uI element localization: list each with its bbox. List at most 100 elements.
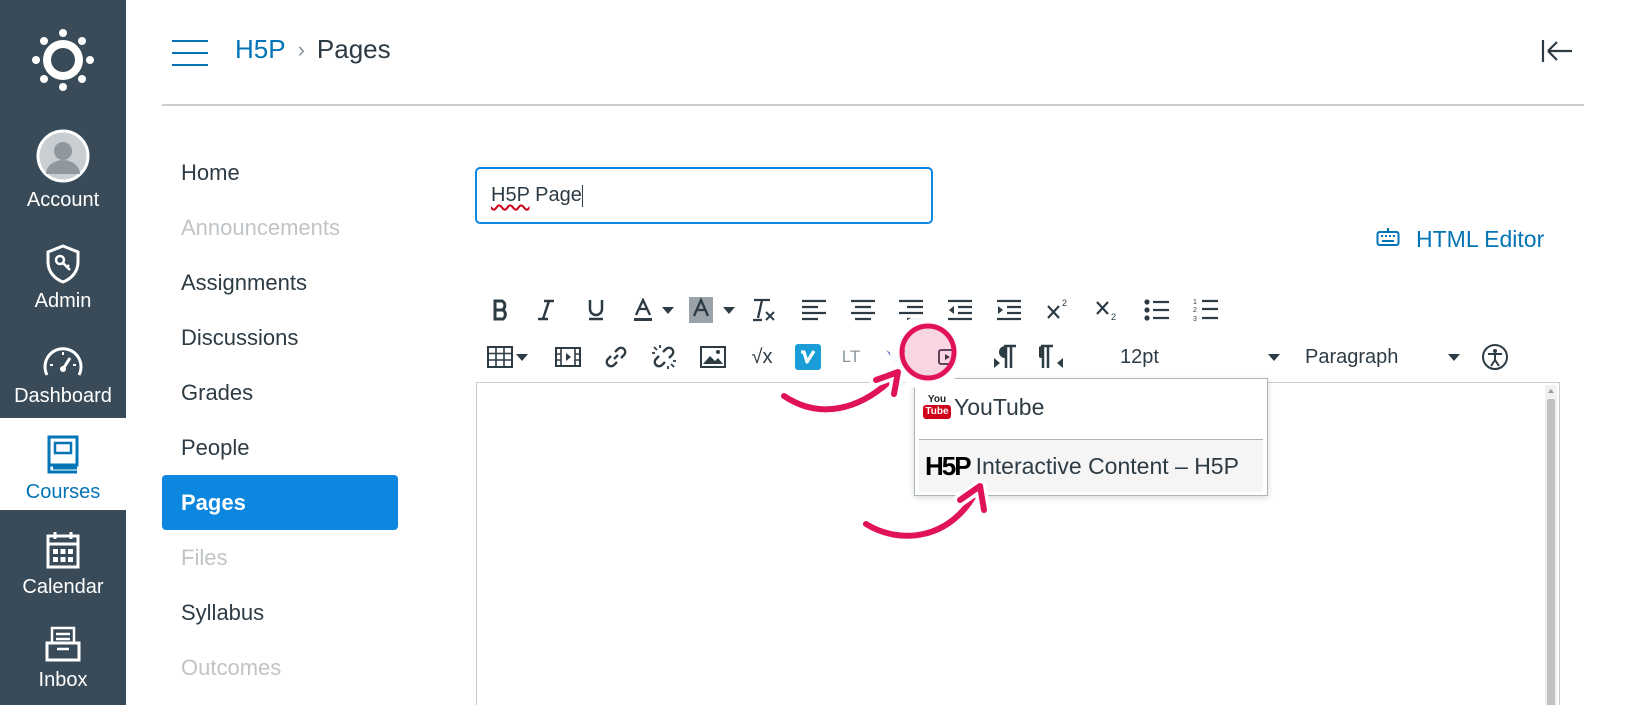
course-nav-announcements[interactable]: Announcements bbox=[162, 200, 398, 255]
page-title-input[interactable]: H5P Page bbox=[475, 167, 933, 224]
link-button[interactable] bbox=[601, 340, 631, 374]
vimeo-button[interactable] bbox=[793, 340, 823, 374]
italic-button[interactable] bbox=[531, 293, 561, 327]
indent-button[interactable] bbox=[994, 293, 1024, 327]
html-editor-toggle[interactable]: HTML Editor bbox=[1376, 226, 1544, 253]
hamburger-menu-icon[interactable] bbox=[172, 40, 208, 66]
menu-item-label: YouTube bbox=[954, 394, 1045, 420]
svg-text:2: 2 bbox=[1062, 298, 1067, 308]
global-nav-admin[interactable]: Admin bbox=[0, 227, 126, 319]
align-left-button[interactable] bbox=[799, 293, 829, 327]
bold-button[interactable] bbox=[486, 293, 516, 327]
table-dropdown[interactable] bbox=[514, 340, 530, 374]
keyboard-icon bbox=[1376, 226, 1400, 253]
svg-text:1: 1 bbox=[1193, 299, 1197, 306]
title-text: Page bbox=[529, 184, 582, 206]
youtube-logo-bottom: Tube bbox=[923, 404, 951, 419]
h5p-embed-dropdown-button[interactable] bbox=[881, 340, 911, 374]
breadcrumb-course-link[interactable]: H5P bbox=[235, 34, 286, 65]
global-nav-inbox[interactable]: Inbox bbox=[0, 606, 126, 698]
global-nav-calendar[interactable]: Calendar bbox=[0, 513, 126, 605]
global-nav: Account Admin Dashboard Courses Calendar… bbox=[0, 0, 126, 705]
align-center-button[interactable] bbox=[848, 293, 878, 327]
shield-icon bbox=[45, 244, 81, 284]
html-editor-label: HTML Editor bbox=[1416, 226, 1545, 252]
title-misspelled-word: H5P bbox=[491, 184, 530, 206]
embed-dropdown-menu: You Tube YouTube H5P Interactive Content… bbox=[914, 378, 1268, 496]
menu-item-h5p[interactable]: H5P Interactive Content – H5P bbox=[919, 439, 1263, 492]
course-nav-home[interactable]: Home bbox=[162, 145, 398, 200]
font-size-value: 12pt bbox=[1120, 345, 1159, 368]
breadcrumb-current: Pages bbox=[316, 34, 391, 64]
menu-item-youtube[interactable]: You Tube YouTube bbox=[919, 381, 1263, 434]
global-nav-label: Admin bbox=[34, 290, 92, 312]
ltr-paragraph-button[interactable] bbox=[990, 340, 1020, 374]
youtube-logo-top: You bbox=[927, 393, 947, 405]
accessibility-checker-button[interactable] bbox=[1478, 340, 1512, 374]
collapse-sidebar-icon[interactable] bbox=[1540, 36, 1574, 66]
numbered-list-button[interactable]: 12 3 bbox=[1191, 293, 1221, 327]
global-nav-label: Dashboard bbox=[14, 385, 112, 407]
course-nav-pages[interactable]: Pages bbox=[162, 475, 398, 530]
avatar-icon bbox=[36, 129, 90, 183]
block-format-select[interactable]: Paragraph bbox=[1305, 340, 1460, 374]
superscript-button[interactable]: 2 bbox=[1043, 293, 1073, 327]
h5p-icon: H5P bbox=[925, 450, 972, 481]
unlink-button[interactable] bbox=[649, 340, 679, 374]
scrollbar-thumb[interactable] bbox=[1547, 399, 1555, 705]
speedometer-icon bbox=[41, 345, 85, 379]
bullet-list-button[interactable] bbox=[1142, 293, 1172, 327]
clear-formatting-button[interactable] bbox=[749, 293, 779, 327]
rtl-paragraph-button[interactable] bbox=[1037, 340, 1067, 374]
breadcrumb-separator: › bbox=[297, 36, 305, 62]
course-nav-outcomes[interactable]: Outcomes bbox=[162, 640, 398, 695]
embed-video-button[interactable] bbox=[938, 340, 958, 374]
subscript-button[interactable]: 2 bbox=[1092, 293, 1122, 327]
breadcrumb: H5P › Pages bbox=[235, 34, 391, 65]
svg-text:3: 3 bbox=[1193, 316, 1197, 323]
equation-button[interactable]: √x bbox=[744, 340, 780, 374]
course-nav-grades[interactable]: Grades bbox=[162, 365, 398, 420]
global-nav-label: Inbox bbox=[38, 669, 88, 691]
background-color-button[interactable] bbox=[686, 293, 716, 327]
chevron-down-icon bbox=[1448, 353, 1460, 361]
text-color-button[interactable] bbox=[628, 293, 658, 327]
global-nav-courses[interactable]: Courses bbox=[0, 418, 126, 510]
global-nav-dashboard[interactable]: Dashboard bbox=[0, 322, 126, 414]
global-nav-label: Courses bbox=[25, 481, 101, 503]
course-nav-files[interactable]: Files bbox=[162, 530, 398, 585]
course-nav-discussions[interactable]: Discussions bbox=[162, 310, 398, 365]
media-button[interactable] bbox=[553, 340, 583, 374]
book-icon bbox=[46, 435, 80, 475]
course-nav-people[interactable]: People bbox=[162, 420, 398, 475]
scroll-up-arrow-icon[interactable] bbox=[1548, 389, 1554, 393]
text-caret bbox=[581, 184, 583, 207]
editor-scrollbar[interactable] bbox=[1545, 385, 1557, 705]
global-nav-account[interactable]: Account bbox=[0, 126, 126, 218]
chevron-down-icon bbox=[723, 306, 735, 314]
global-nav-label: Account bbox=[26, 189, 100, 211]
course-nav-assignments[interactable]: Assignments bbox=[162, 255, 398, 310]
table-button[interactable] bbox=[486, 340, 514, 374]
ltr-button[interactable]: LT bbox=[836, 340, 866, 374]
course-nav-syllabus[interactable]: Syllabus bbox=[162, 585, 398, 640]
inbox-icon bbox=[44, 625, 82, 663]
align-right-button[interactable] bbox=[896, 293, 926, 327]
block-format-value: Paragraph bbox=[1305, 345, 1399, 368]
image-button[interactable] bbox=[698, 340, 728, 374]
outdent-button[interactable] bbox=[945, 293, 975, 327]
canvas-logo-icon[interactable] bbox=[0, 0, 126, 120]
menu-item-label: Interactive Content – H5P bbox=[975, 452, 1239, 479]
chevron-down-icon bbox=[516, 353, 528, 361]
font-size-select[interactable]: 12pt bbox=[1120, 340, 1280, 374]
underline-button[interactable] bbox=[581, 293, 611, 327]
text-color-dropdown[interactable] bbox=[660, 293, 676, 327]
page-header: H5P › Pages bbox=[162, 0, 1584, 106]
chevron-down-icon bbox=[662, 306, 674, 314]
calendar-icon bbox=[45, 530, 81, 570]
background-color-dropdown[interactable] bbox=[721, 293, 737, 327]
course-nav: Home Announcements Assignments Discussio… bbox=[162, 145, 398, 695]
svg-text:2: 2 bbox=[1111, 312, 1116, 322]
chevron-down-icon bbox=[1268, 353, 1280, 361]
svg-text:2: 2 bbox=[1193, 307, 1197, 314]
